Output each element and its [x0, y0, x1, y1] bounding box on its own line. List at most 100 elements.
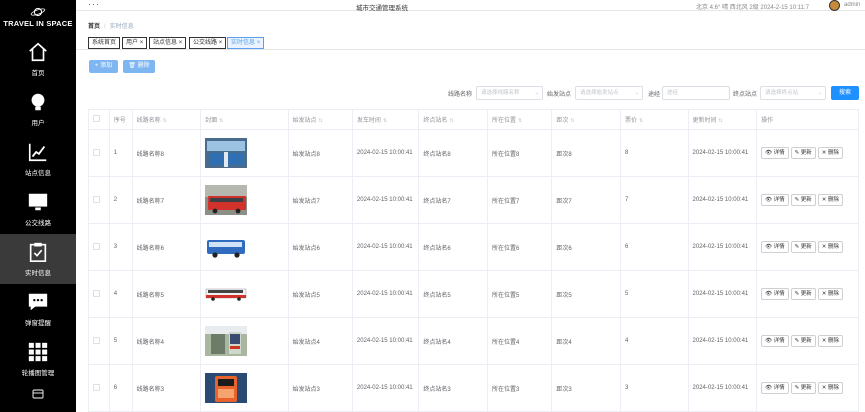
column-header[interactable]: 终点站名 ⇅ — [418, 109, 488, 130]
sidebar-item-home[interactable]: 首页 — [0, 34, 76, 84]
table-row[interactable]: 3 线路名称6 始发站点6 2024-02-15 10:00:41 终点站名6 所在位置6… — [88, 223, 859, 271]
distance-cell: 距次8 — [551, 129, 621, 177]
sort-icon[interactable]: ⇅ — [163, 118, 167, 124]
updated-time-cell: 2024-02-15 10:00:41 — [687, 317, 758, 365]
via-input[interactable]: 途经 — [662, 86, 730, 100]
row-delete-button[interactable]: ✕ 删除 — [817, 241, 843, 253]
add-button[interactable]: + 添加 — [89, 60, 118, 73]
search-button[interactable]: 搜索 — [831, 86, 859, 100]
end-station-select[interactable]: 请选择终点站 ⌄ — [760, 86, 826, 100]
sort-icon[interactable]: ⇅ — [518, 118, 522, 124]
detail-button[interactable]: 👁 详情 — [761, 241, 789, 253]
update-button[interactable]: ✎ 更新 — [790, 335, 816, 347]
row-checkbox[interactable] — [93, 383, 100, 391]
sidebar-item-carousel[interactable]: 轮播图管理 — [0, 334, 76, 384]
brand: TRAVEL IN SPACE — [0, 0, 76, 34]
column-header[interactable]: 线路名称 ⇅ — [131, 109, 202, 130]
row-select-cell — [88, 270, 110, 318]
menu-toggle-icon[interactable]: ··· — [88, 0, 100, 9]
column-header[interactable]: 距次 ⇅ — [551, 109, 621, 130]
row-delete-button[interactable]: ✕ 删除 — [817, 288, 843, 300]
tab-system-home[interactable]: 系统首页 — [88, 37, 121, 49]
row-checkbox[interactable] — [93, 336, 100, 344]
update-button[interactable]: ✎ 更新 — [790, 147, 816, 159]
table-row[interactable]: 6 线路名称3 始发站点3 2024-02-15 10:00:41 终点站名3 所在位置3… — [88, 364, 859, 412]
close-icon: ✕ — [821, 244, 827, 250]
actions-cell: 👁 详情 ✎ 更新 ✕ 删除 — [756, 129, 859, 177]
row-delete-button[interactable]: ✕ 删除 — [817, 382, 843, 394]
close-icon[interactable]: × — [179, 40, 183, 46]
table-row[interactable]: 5 线路名称4 始发站点4 2024-02-15 10:00:41 终点站名4 所在位置4… — [88, 317, 859, 365]
row-delete-button[interactable]: ✕ 删除 — [817, 194, 843, 206]
sidebar-item-bus-routes[interactable]: 公交线路 — [0, 184, 76, 234]
close-icon: ✕ — [821, 150, 827, 156]
update-button[interactable]: ✎ 更新 — [790, 382, 816, 394]
eye-icon: 👁 — [765, 385, 773, 391]
breadcrumb-current: 实时信息 — [109, 24, 134, 30]
sort-icon[interactable]: ⇅ — [383, 118, 387, 124]
column-header[interactable]: 始发站点 ⇅ — [287, 109, 353, 130]
column-label: 更新时间 — [692, 118, 717, 124]
detail-button[interactable]: 👁 详情 — [761, 335, 789, 347]
location-cell: 所在位置6 — [486, 223, 553, 271]
cover-cell — [200, 223, 289, 271]
route-name-select[interactable]: 请选择线路名称 ⌄ — [476, 86, 543, 100]
sidebar-item-realtime[interactable]: 实时信息 — [0, 234, 76, 284]
sort-icon[interactable]: ⇅ — [639, 118, 643, 124]
detail-button[interactable]: 👁 详情 — [761, 382, 789, 394]
depart-time-cell: 2024-02-15 10:00:41 — [351, 270, 420, 318]
price-cell: 4 — [620, 317, 689, 365]
location-cell: 所在位置4 — [486, 317, 553, 365]
row-checkbox[interactable] — [93, 289, 100, 297]
update-button[interactable]: ✎ 更新 — [790, 194, 816, 206]
row-checkbox[interactable] — [93, 148, 100, 156]
sort-icon[interactable]: ⇅ — [449, 118, 453, 124]
table-row[interactable]: 1 线路名称8 始发站点8 2024-02-15 10:00:41 终点站名8 所在位置8… — [88, 129, 859, 177]
avatar[interactable] — [829, 0, 840, 11]
start-station-select[interactable]: 请选择始发站点 ⌄ — [575, 86, 643, 100]
top-bar: ··· 城市交通管理系统 北京 4.6° 晴 西北风 2级 2024-2-15 … — [76, 0, 865, 12]
sort-icon[interactable]: ⇅ — [319, 118, 323, 124]
detail-button[interactable]: 👁 详情 — [761, 194, 789, 206]
price-cell: 8 — [620, 129, 689, 177]
row-checkbox[interactable] — [93, 242, 100, 250]
sidebar-item-more[interactable] — [0, 384, 76, 404]
update-button[interactable]: ✎ 更新 — [790, 241, 816, 253]
tab-realtime[interactable]: 实时信息 × — [227, 37, 265, 49]
table-row[interactable]: 2 线路名称7 始发站点7 2024-02-15 10:00:41 终点站名7 所在位置7… — [88, 176, 859, 224]
tab-stations[interactable]: 站点信息 × — [149, 37, 187, 49]
detail-button[interactable]: 👁 详情 — [761, 288, 789, 300]
close-icon[interactable]: × — [257, 40, 261, 46]
sort-icon[interactable]: ⇅ — [219, 118, 223, 124]
close-icon[interactable]: × — [219, 40, 223, 46]
column-header[interactable]: 更新时间 ⇅ — [687, 109, 758, 130]
column-header[interactable]: 票价 ⇅ — [620, 109, 689, 130]
tab-users[interactable]: 用户 × — [122, 37, 148, 49]
username[interactable]: admin — [844, 2, 860, 8]
select-all-checkbox[interactable] — [93, 115, 100, 122]
sort-icon[interactable]: ⇅ — [570, 118, 574, 124]
delete-label: 删除 — [827, 338, 839, 344]
edit-icon: ✎ — [794, 244, 800, 250]
delete-button[interactable]: 🗑 删除 — [123, 60, 155, 73]
table-row[interactable]: 4 线路名称5 始发站点5 2024-02-15 10:00:41 终点站名5 所在位置5… — [88, 270, 859, 318]
tab-bus-routes[interactable]: 公交线路 × — [189, 37, 227, 49]
main-content: + 添加 🗑 删除 线路名称 请选择线路名称 ⌄ 始发站点 请选择始发站点 ⌄ 途经… — [76, 50, 865, 412]
breadcrumb-home[interactable]: 首页 — [88, 24, 100, 30]
row-delete-button[interactable]: ✕ 删除 — [817, 147, 843, 159]
sort-icon[interactable]: ⇅ — [719, 118, 723, 124]
row-checkbox[interactable] — [93, 195, 100, 203]
close-icon[interactable]: × — [140, 40, 144, 46]
column-header[interactable]: 发车时间 ⇅ — [351, 109, 420, 130]
sidebar-item-stations[interactable]: 站点信息 — [0, 134, 76, 184]
update-button[interactable]: ✎ 更新 — [790, 288, 816, 300]
column-header[interactable]: 封面 ⇅ — [200, 109, 289, 130]
sidebar-item-popup-reminder[interactable]: 弹窗提醒 — [0, 284, 76, 334]
detail-button[interactable]: 👁 详情 — [761, 147, 789, 159]
detail-label: 详情 — [773, 291, 785, 297]
row-delete-button[interactable]: ✕ 删除 — [817, 335, 843, 347]
column-header[interactable]: 所在位置 ⇅ — [486, 109, 553, 130]
depart-time-cell: 2024-02-15 10:00:41 — [351, 129, 420, 177]
sidebar-item-users[interactable]: 用户 — [0, 84, 76, 134]
cover-image — [205, 185, 248, 215]
